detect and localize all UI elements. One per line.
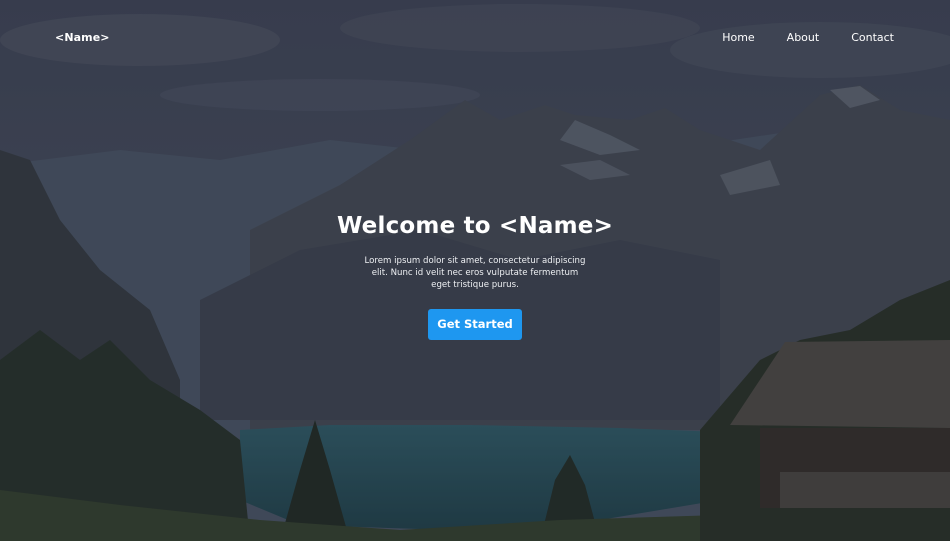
- top-navigation: <Name> Home About Contact: [0, 0, 950, 76]
- hero-section: <Name> Home About Contact Welcome to <Na…: [0, 0, 950, 541]
- hero-title: Welcome to <Name>: [336, 213, 614, 239]
- hero-content: Welcome to <Name> Lorem ipsum dolor sit …: [0, 213, 950, 340]
- nav-link-about[interactable]: About: [787, 31, 820, 44]
- brand-logo[interactable]: <Name>: [55, 31, 110, 44]
- nav-link-contact[interactable]: Contact: [851, 31, 894, 44]
- nav-link-home[interactable]: Home: [722, 31, 754, 44]
- hero-subtitle: Lorem ipsum dolor sit amet, consectetur …: [364, 256, 586, 290]
- nav-links: Home About Contact: [722, 31, 894, 44]
- get-started-button[interactable]: Get Started: [428, 309, 522, 340]
